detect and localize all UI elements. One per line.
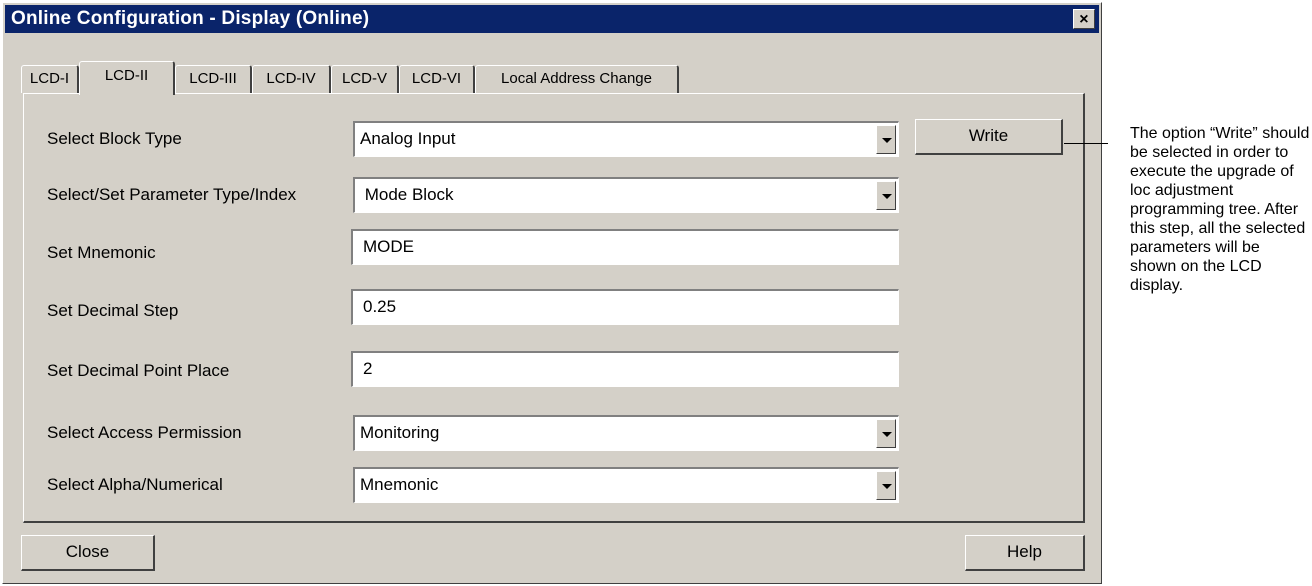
tab-lcd-i[interactable]: LCD-I xyxy=(21,65,79,93)
access-permission-select[interactable]: Monitoring xyxy=(353,415,899,451)
chevron-down-icon[interactable] xyxy=(876,125,896,154)
alpha-numerical-select[interactable]: Mnemonic xyxy=(353,467,899,503)
tab-lcd-iv[interactable]: LCD-IV xyxy=(252,65,331,93)
window-title: Online Configuration - Display (Online) xyxy=(11,8,370,29)
chevron-down-icon[interactable] xyxy=(876,181,896,210)
decimal-step-label: Set Decimal Step xyxy=(47,301,179,320)
close-button[interactable]: Close xyxy=(21,535,155,571)
mnemonic-label: Set Mnemonic xyxy=(47,243,156,262)
help-button[interactable]: Help xyxy=(965,535,1085,571)
tab-lcd-ii[interactable]: LCD-II xyxy=(79,61,175,95)
block-type-select[interactable]: Analog Input xyxy=(353,121,899,157)
chevron-down-icon[interactable] xyxy=(876,471,896,500)
write-button[interactable]: Write xyxy=(915,119,1063,155)
parameter-select[interactable]: Mode Block xyxy=(353,177,899,213)
decimal-point-field[interactable]: 2 xyxy=(351,351,899,387)
online-configuration-dialog: Online Configuration - Display (Online) … xyxy=(2,2,1102,584)
decimal-step-field[interactable]: 0.25 xyxy=(351,289,899,325)
mnemonic-field[interactable]: MODE xyxy=(351,229,899,265)
write-annotation: The option “Write” should be selected in… xyxy=(1130,125,1310,294)
decimal-point-label: Set Decimal Point Place xyxy=(47,361,230,380)
access-permission-label: Select Access Permission xyxy=(47,423,242,442)
alpha-numerical-label: Select Alpha/Numerical xyxy=(47,475,223,494)
tab-lcd-v[interactable]: LCD-V xyxy=(331,65,399,93)
close-icon[interactable]: × xyxy=(1073,9,1095,29)
callout-leader-line xyxy=(1064,143,1108,144)
chevron-down-icon[interactable] xyxy=(876,419,896,448)
parameter-label: Select/Set Parameter Type/Index xyxy=(47,185,297,204)
tab-local-address-change[interactable]: Local Address Change xyxy=(475,65,679,93)
block-type-label: Select Block Type xyxy=(47,129,182,148)
tab-lcd-iii[interactable]: LCD-III xyxy=(175,65,252,93)
tab-lcd-vi[interactable]: LCD-VI xyxy=(399,65,475,93)
parameter-value: Mode Block xyxy=(360,185,454,204)
title-bar: Online Configuration - Display (Online) … xyxy=(5,5,1099,33)
alpha-numerical-value: Mnemonic xyxy=(360,475,439,494)
access-permission-value: Monitoring xyxy=(360,423,440,442)
block-type-value: Analog Input xyxy=(360,129,456,148)
